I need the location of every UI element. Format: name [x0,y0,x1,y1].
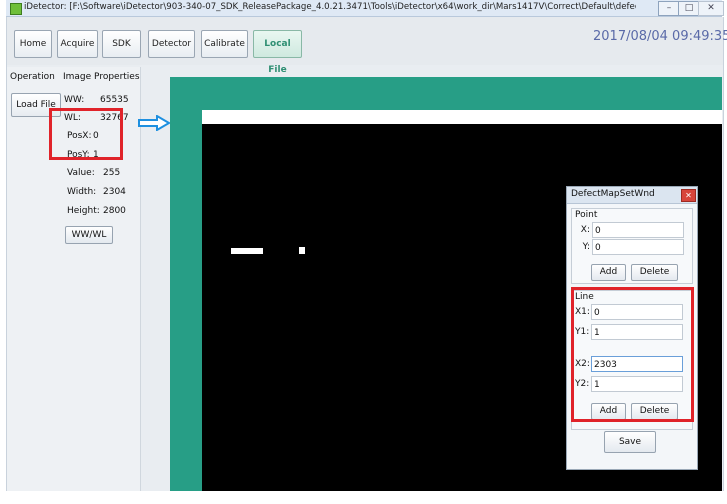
acquire-button[interactable]: Acquire [57,30,98,58]
prop-label: Value: [67,168,95,178]
prop-value: 255 [103,168,121,178]
prop-label: Width: [67,187,97,197]
prop-width: Width: 2304 [67,186,126,199]
home-button[interactable]: Home [14,30,52,58]
minimize-icon[interactable]: – [658,1,680,16]
point-y-input[interactable]: 0 [592,239,684,255]
tab-image-properties[interactable]: Image Properties [63,70,140,84]
prop-value: 2304 [103,187,126,197]
local-file-button[interactable]: Local File [253,30,302,75]
point-add-button[interactable]: Add [591,264,626,281]
point-group-label: Point [575,210,598,220]
point-x-input[interactable]: 0 [592,222,684,238]
maximize-icon[interactable]: □ [678,1,700,16]
point-group: Point X: 0 Y: 0 Add Delete [571,208,693,284]
prop-label: Height: [67,206,100,216]
save-button[interactable]: Save [604,431,656,453]
defect-mark [299,247,305,254]
tab-operation[interactable]: Operation [10,70,55,84]
close-icon[interactable]: ✕ [681,189,696,202]
prop-ww: WW: 65535 [64,94,129,107]
defect-mark [231,248,263,254]
prop-value: 65535 [100,95,129,105]
close-icon[interactable]: ✕ [698,1,724,16]
prop-value-row: Value: 255 [67,167,120,180]
datetime-display: 2017/08/04 09:49:35 [593,29,727,44]
toolbar: Home Acquire SDK Detector Calibrate Loca… [7,17,727,75]
sdk-button[interactable]: SDK [102,30,141,58]
calibrate-button[interactable]: Calibrate [201,30,248,58]
app-icon [10,3,22,15]
annotation-arrow-icon [138,115,171,131]
detector-button[interactable]: Detector [148,30,195,58]
prop-value: 2800 [103,206,126,216]
dialog-titlebar: DefectMapSetWnd ✕ [567,187,697,204]
annotation-box-line [571,287,694,422]
point-delete-button[interactable]: Delete [631,264,678,281]
point-y-label: Y: [582,242,590,252]
annotation-box-pos [49,108,123,160]
prop-height: Height: 2800 [67,205,126,218]
prop-label: WW: [64,95,85,105]
dialog-title: DefectMapSetWnd [571,189,655,199]
window-title: iDetector: [F:\Software\iDetector\903-34… [24,2,636,12]
wwwl-button[interactable]: WW/WL [65,226,113,244]
point-x-label: X: [580,225,590,235]
defect-line-row [202,110,722,124]
window-titlebar: iDetector: [F:\Software\iDetector\903-34… [6,0,724,17]
